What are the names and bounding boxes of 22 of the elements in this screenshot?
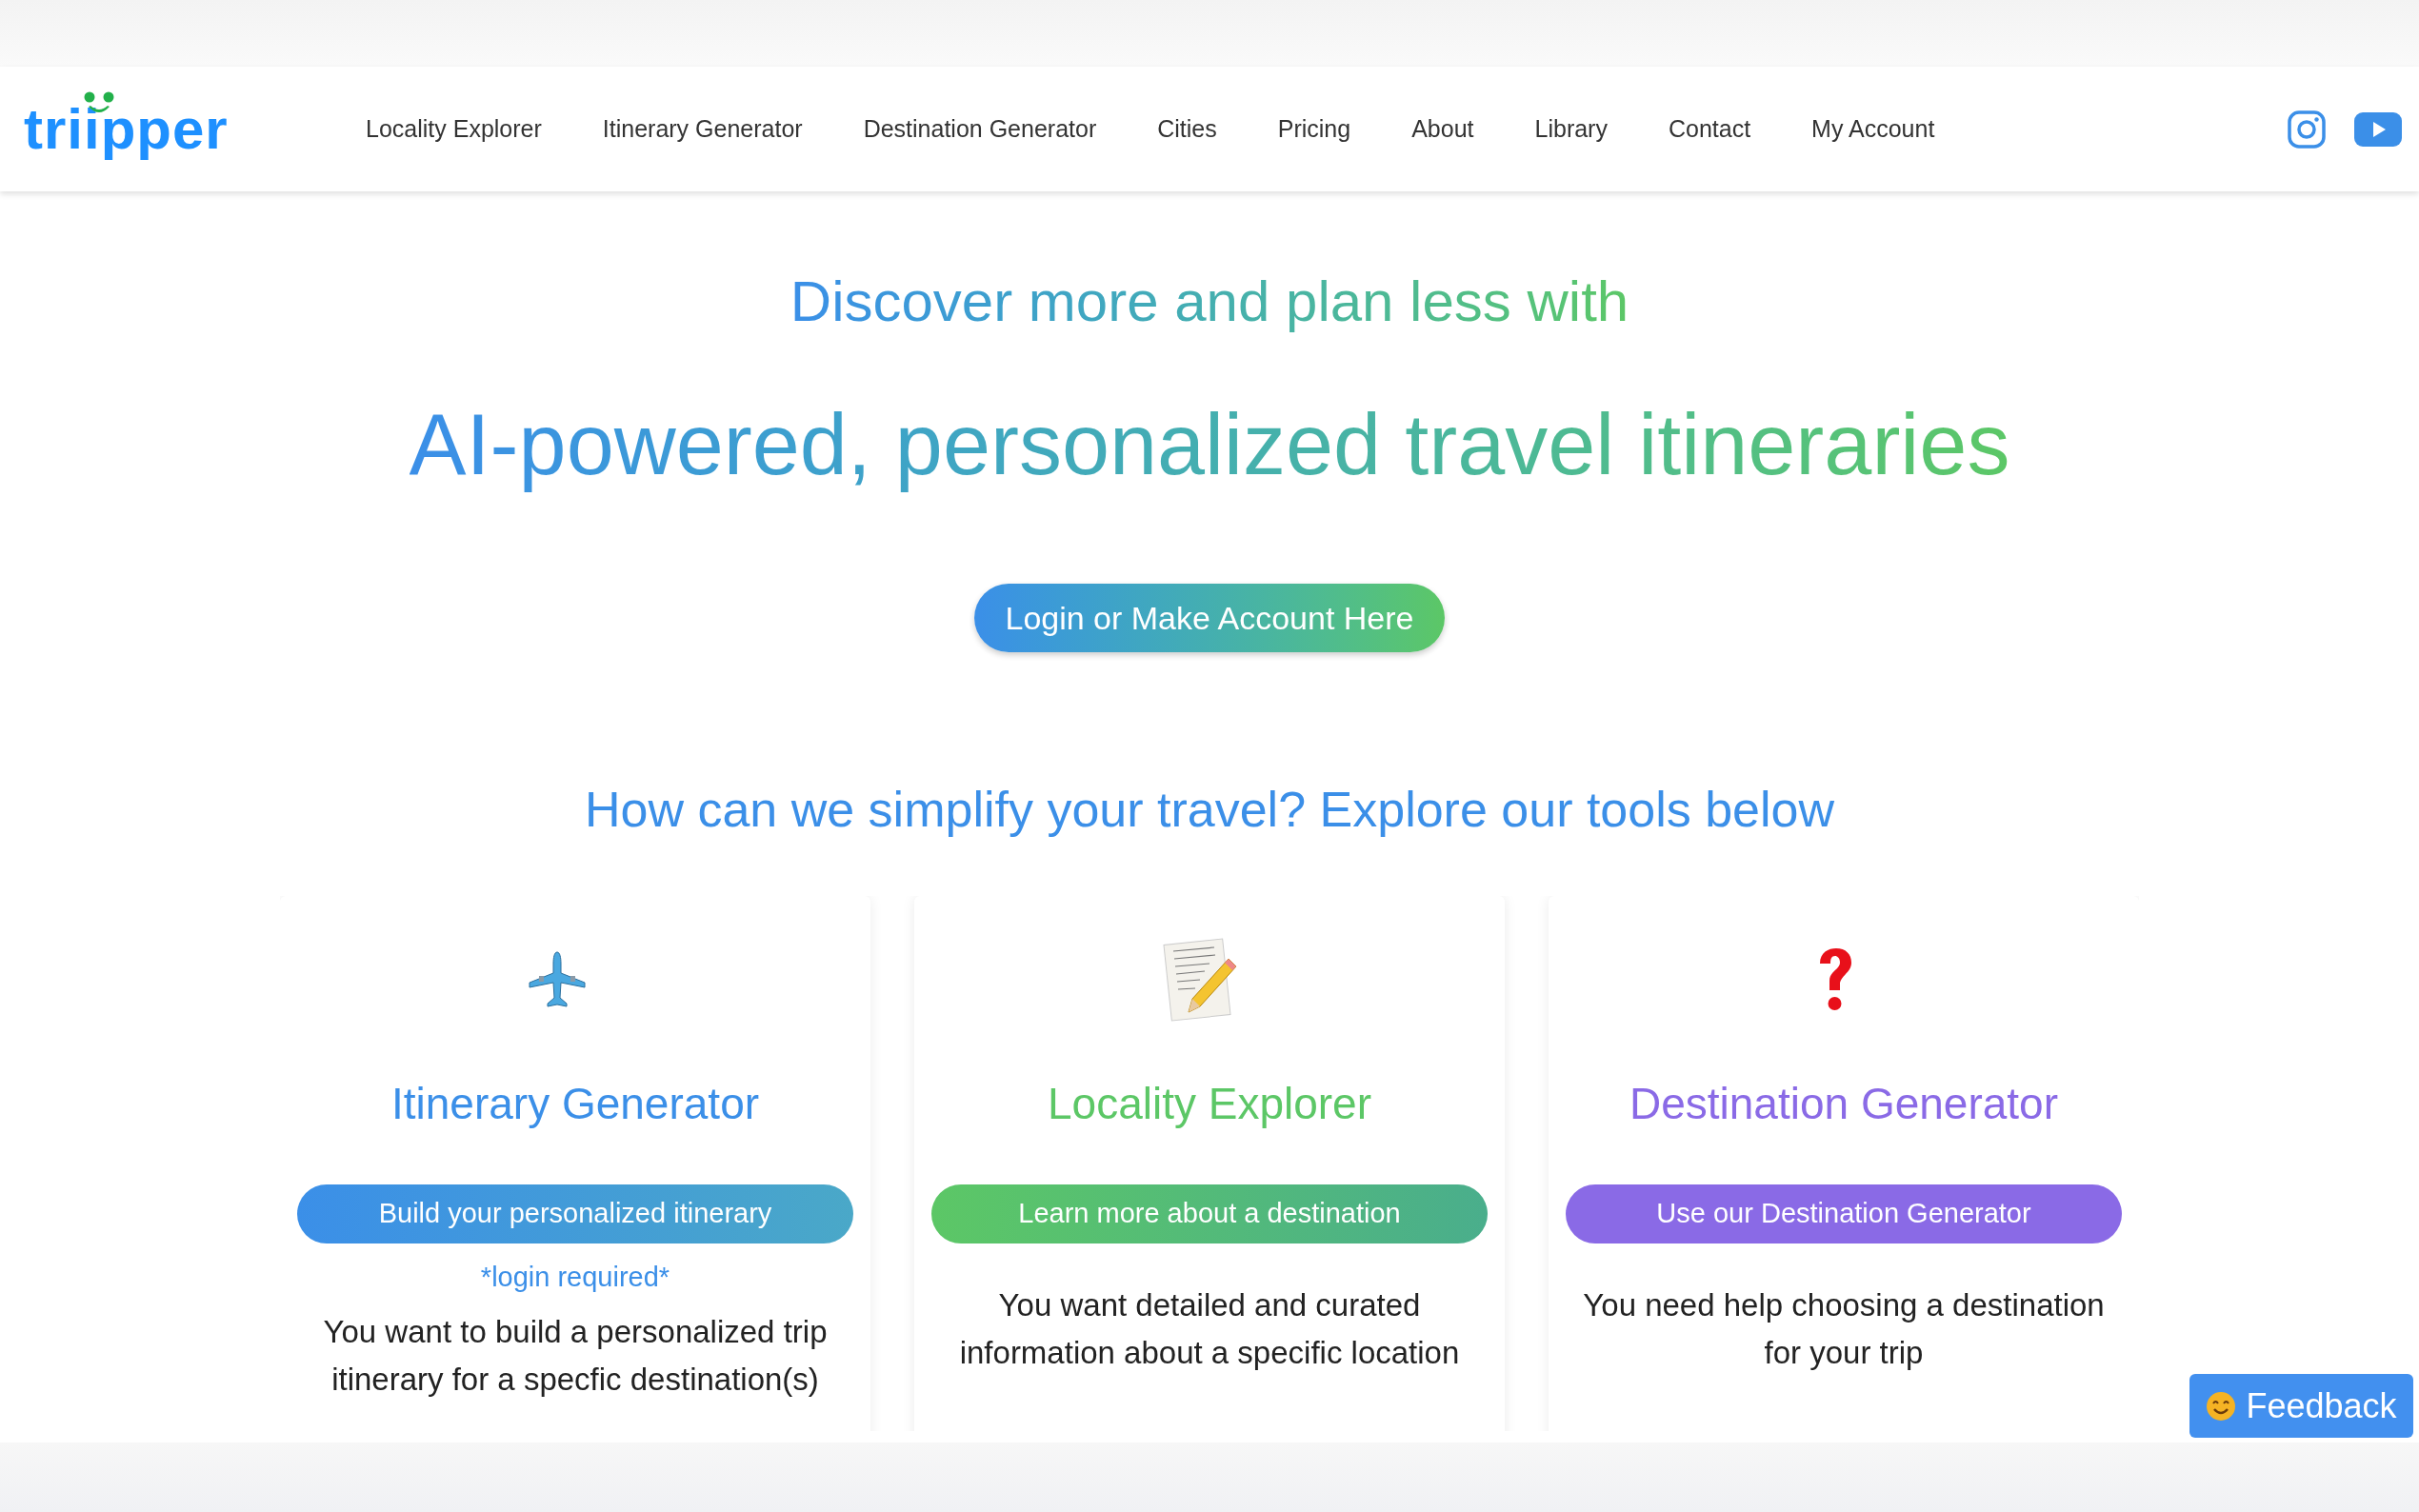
- nav-link[interactable]: Contact: [1668, 110, 1751, 148]
- card-description: You need help choosing a destination for your trip: [1582, 1286, 2106, 1372]
- smiley-icon: [2206, 1390, 2237, 1422]
- card-title: Itinerary Generator: [390, 1078, 760, 1130]
- card-title: Destination Generator: [1629, 1078, 2058, 1130]
- nav-link[interactable]: Itinerary Generator: [602, 110, 803, 148]
- instagram-icon[interactable]: [2288, 109, 2326, 149]
- nav-link[interactable]: Locality Explorer: [366, 110, 542, 148]
- nav-link[interactable]: Pricing: [1277, 110, 1351, 148]
- nav-link[interactable]: Library: [1534, 110, 1608, 148]
- nav-link[interactable]: Cities: [1157, 110, 1217, 148]
- airplane-icon: [528, 950, 587, 1009]
- nav-link[interactable]: Destination Generator: [863, 110, 1097, 148]
- section-heading: How can we simplify your travel? Explore our tools below: [584, 781, 1835, 839]
- nav-link[interactable]: About: [1411, 110, 1474, 148]
- card-description: You want to build a personalized trip itinerary for a specfic destination(s): [322, 1312, 829, 1399]
- login-note: *login required*: [480, 1261, 670, 1294]
- card-button[interactable]: Use our Destination Generator: [1566, 1184, 2122, 1243]
- youtube-icon[interactable]: [2354, 111, 2402, 147]
- card-description: You want detailed and curated information about a specific location: [958, 1286, 1461, 1372]
- nav-link[interactable]: My Account: [1811, 110, 1935, 148]
- card-title: Locality Explorer: [1047, 1078, 1371, 1130]
